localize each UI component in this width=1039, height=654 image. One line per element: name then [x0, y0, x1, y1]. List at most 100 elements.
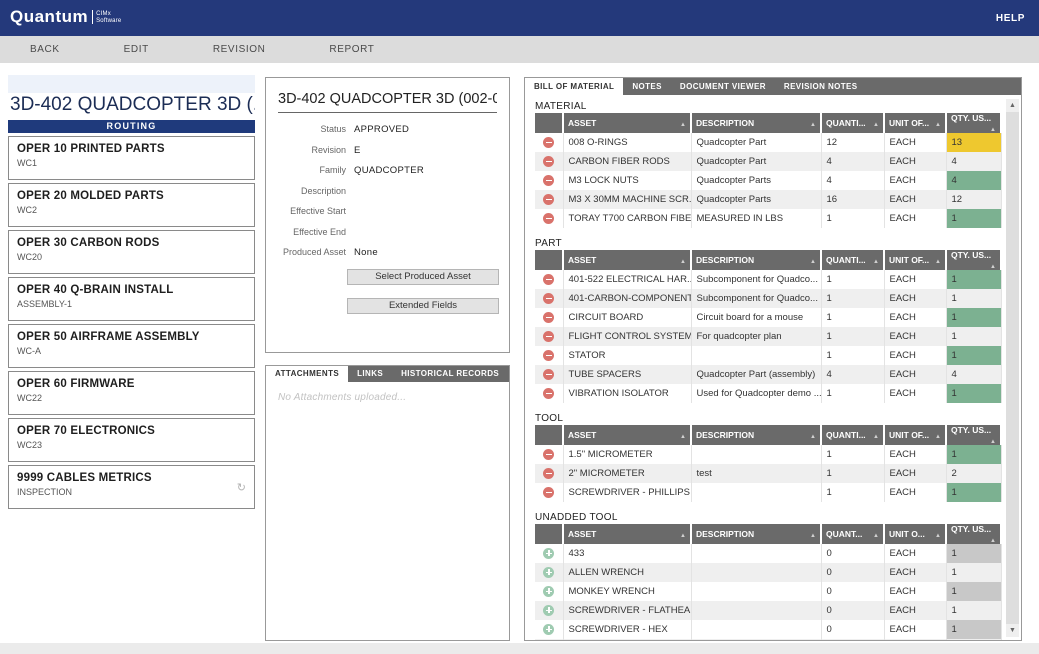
remove-row-icon[interactable]	[543, 449, 554, 460]
sort-asc-icon[interactable]: ▲	[935, 259, 941, 265]
sort-asc-icon[interactable]: ▲	[990, 538, 996, 544]
table-row[interactable]: TORAY T700 CARBON FIBERMEASURED IN LBS1E…	[535, 209, 1001, 228]
column-header-qty-us[interactable]: QTY. US...▲	[946, 250, 1001, 270]
operation-card[interactable]: OPER 70 ELECTRONICSWC23	[8, 418, 255, 462]
table-row[interactable]: WIRE CUTTERS0EACH1	[535, 639, 1001, 640]
tab-attachments[interactable]: ATTACHMENTS	[266, 366, 348, 382]
operation-card[interactable]: OPER 40 Q-BRAIN INSTALLASSEMBLY-1	[8, 277, 255, 321]
table-row[interactable]: CARBON FIBER RODSQuadcopter Part4EACH4	[535, 152, 1001, 171]
operation-card[interactable]: OPER 10 PRINTED PARTSWC1	[8, 136, 255, 180]
sort-asc-icon[interactable]: ▲	[680, 434, 686, 440]
column-header-description[interactable]: DESCRIPTION▲	[691, 250, 821, 270]
table-row[interactable]: M3 LOCK NUTSQuadcopter Parts4EACH4	[535, 171, 1001, 190]
tab-notes[interactable]: NOTES	[623, 78, 671, 95]
column-header-qty-us[interactable]: QTY. US...▲	[946, 113, 1001, 133]
column-header-description[interactable]: DESCRIPTION▲	[691, 113, 821, 133]
operation-card[interactable]: OPER 30 CARBON RODSWC20	[8, 230, 255, 274]
select-produced-asset-button[interactable]: Select Produced Asset	[347, 269, 499, 285]
sort-asc-icon[interactable]: ▲	[873, 533, 879, 539]
sort-asc-icon[interactable]: ▲	[935, 122, 941, 128]
column-header-quant[interactable]: QUANT...▲	[821, 524, 884, 544]
help-button[interactable]: HELP	[996, 13, 1025, 24]
extended-fields-button[interactable]: Extended Fields	[347, 298, 499, 314]
sort-asc-icon[interactable]: ▲	[990, 127, 996, 133]
table-row[interactable]: STATOR1EACH1	[535, 346, 1001, 365]
remove-row-icon[interactable]	[543, 388, 554, 399]
column-header-unit-of[interactable]: UNIT OF...▲	[884, 425, 946, 445]
sort-asc-icon[interactable]: ▲	[873, 122, 879, 128]
tab-bill-of-material[interactable]: BILL OF MATERIAL	[525, 78, 623, 95]
tab-links[interactable]: LINKS	[348, 366, 392, 382]
remove-row-icon[interactable]	[543, 293, 554, 304]
column-header-unit-of[interactable]: UNIT OF...▲	[884, 113, 946, 133]
remove-row-icon[interactable]	[543, 194, 554, 205]
remove-row-icon[interactable]	[543, 468, 554, 479]
sort-asc-icon[interactable]: ▲	[680, 122, 686, 128]
add-row-icon[interactable]	[543, 605, 554, 616]
column-header-asset[interactable]: ASSET▲	[563, 425, 691, 445]
scrollbar-up-button[interactable]: ▲	[1006, 99, 1019, 112]
remove-row-icon[interactable]	[543, 487, 554, 498]
remove-row-icon[interactable]	[543, 213, 554, 224]
column-header-qty-us[interactable]: QTY. US...▲	[946, 425, 1001, 445]
menu-item-edit[interactable]: EDIT	[124, 44, 149, 55]
sort-asc-icon[interactable]: ▲	[680, 259, 686, 265]
remove-row-icon[interactable]	[543, 137, 554, 148]
menu-item-back[interactable]: BACK	[30, 44, 60, 55]
table-row[interactable]: M3 X 30MM MACHINE SCR...Quadcopter Parts…	[535, 190, 1001, 209]
table-row[interactable]: ALLEN WRENCH0EACH1	[535, 563, 1001, 582]
column-header-quanti[interactable]: QUANTI...▲	[821, 113, 884, 133]
remove-row-icon[interactable]	[543, 369, 554, 380]
table-row[interactable]: 401-522 ELECTRICAL HAR...Subcomponent fo…	[535, 270, 1001, 289]
sort-asc-icon[interactable]: ▲	[810, 434, 816, 440]
column-header-unit-of[interactable]: UNIT OF...▲	[884, 250, 946, 270]
sort-asc-icon[interactable]: ▲	[935, 533, 941, 539]
sort-asc-icon[interactable]: ▲	[810, 122, 816, 128]
column-header-unit-o[interactable]: UNIT O...▲	[884, 524, 946, 544]
table-row[interactable]: SCREWDRIVER - PHILLIPS1EACH1	[535, 483, 1001, 502]
remove-row-icon[interactable]	[543, 350, 554, 361]
add-row-icon[interactable]	[543, 586, 554, 597]
sort-asc-icon[interactable]: ▲	[810, 259, 816, 265]
table-row[interactable]: 1.5" MICROMETER1EACH1	[535, 445, 1001, 464]
add-row-icon[interactable]	[543, 624, 554, 635]
tab-document-viewer[interactable]: DOCUMENT VIEWER	[671, 78, 775, 95]
sort-asc-icon[interactable]: ▲	[935, 434, 941, 440]
column-header-qty-us[interactable]: QTY. US...▲	[946, 524, 1001, 544]
column-header-quanti[interactable]: QUANTI...▲	[821, 250, 884, 270]
sort-asc-icon[interactable]: ▲	[990, 439, 996, 445]
remove-row-icon[interactable]	[543, 331, 554, 342]
sort-asc-icon[interactable]: ▲	[873, 259, 879, 265]
table-row[interactable]: CIRCUIT BOARDCircuit board for a mouse1E…	[535, 308, 1001, 327]
operation-card[interactable]: OPER 50 AIRFRAME ASSEMBLYWC-A	[8, 324, 255, 368]
tab-revision-notes[interactable]: REVISION NOTES	[775, 78, 867, 95]
table-row[interactable]: 2" MICROMETERtest1EACH2	[535, 464, 1001, 483]
scrollbar-down-button[interactable]: ▼	[1006, 624, 1019, 637]
table-row[interactable]: 401-CARBON-COMPONENTSubcomponent for Qua…	[535, 289, 1001, 308]
column-header-description[interactable]: DESCRIPTION▲	[691, 524, 821, 544]
column-header-description[interactable]: DESCRIPTION▲	[691, 425, 821, 445]
column-header-asset[interactable]: ASSET▲	[563, 250, 691, 270]
vertical-scrollbar[interactable]: ▲ ▼	[1006, 99, 1019, 637]
sort-asc-icon[interactable]: ▲	[810, 533, 816, 539]
table-row[interactable]: 008 O-RINGSQuadcopter Part12EACH13	[535, 133, 1001, 152]
add-row-icon[interactable]	[543, 567, 554, 578]
table-row[interactable]: FLIGHT CONTROL SYSTEMFor quadcopter plan…	[535, 327, 1001, 346]
menu-item-report[interactable]: REPORT	[329, 44, 374, 55]
menu-item-revision[interactable]: REVISION	[213, 44, 266, 55]
table-row[interactable]: SCREWDRIVER - FLATHEAD0EACH1	[535, 601, 1001, 620]
column-header-asset[interactable]: ASSET▲	[563, 113, 691, 133]
sort-asc-icon[interactable]: ▲	[990, 264, 996, 270]
table-row[interactable]: TUBE SPACERSQuadcopter Part (assembly)4E…	[535, 365, 1001, 384]
operation-card[interactable]: OPER 60 FIRMWAREWC22	[8, 371, 255, 415]
table-row[interactable]: 4330EACH1	[535, 544, 1001, 563]
column-header-asset[interactable]: ASSET▲	[563, 524, 691, 544]
column-header-quanti[interactable]: QUANTI...▲	[821, 425, 884, 445]
table-row[interactable]: VIBRATION ISOLATORUsed for Quadcopter de…	[535, 384, 1001, 403]
remove-row-icon[interactable]	[543, 175, 554, 186]
operation-card[interactable]: OPER 20 MOLDED PARTSWC2	[8, 183, 255, 227]
tab-historical-records[interactable]: HISTORICAL RECORDS	[392, 366, 508, 382]
sort-asc-icon[interactable]: ▲	[873, 434, 879, 440]
remove-row-icon[interactable]	[543, 312, 554, 323]
remove-row-icon[interactable]	[543, 274, 554, 285]
